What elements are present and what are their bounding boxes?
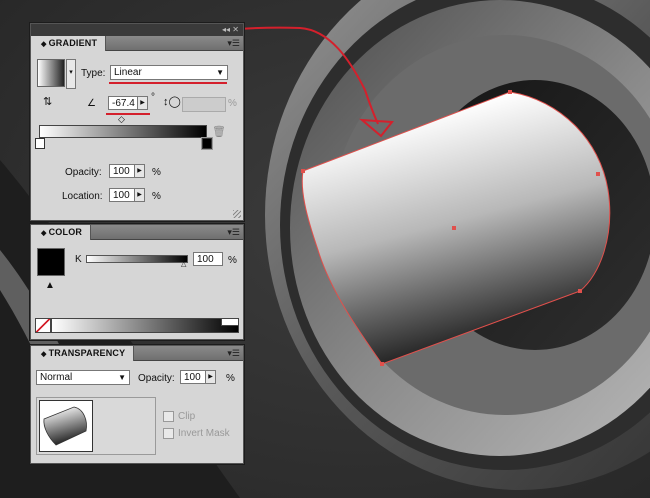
invert-mask-label: Invert Mask — [178, 428, 230, 439]
reverse-gradient-icon[interactable]: ⇅ — [43, 97, 52, 108]
anchor-point — [578, 289, 582, 293]
color-stop-end[interactable] — [202, 138, 212, 149]
object-thumbnail-frame[interactable] — [36, 397, 156, 455]
anchor-point — [301, 169, 305, 173]
fill-swatch[interactable] — [37, 248, 65, 276]
opacity-stepper[interactable]: ▶ — [135, 164, 145, 178]
gradient-panel-header: ◆ GRADIENT ▾☰ — [31, 36, 243, 51]
angle-icon: ∠ — [87, 98, 96, 109]
gradient-tab[interactable]: ◆ GRADIENT — [31, 36, 107, 51]
transparency-opacity-label: Opacity: — [138, 373, 175, 384]
panel-collapse-icon[interactable]: ◆ — [41, 230, 47, 237]
opacity-input[interactable]: 100 — [109, 164, 135, 178]
swatch-dropdown[interactable]: ▾ — [66, 59, 76, 89]
panel-collapse-icon[interactable]: ◆ — [41, 41, 47, 48]
transparency-tab-label: TRANSPARENCY — [48, 348, 126, 358]
gradient-panel: ◂◂ ✕ ◆ GRADIENT ▾☰ ▾ Type: Linear ▼ ⇅ ∠ -… — [30, 23, 244, 221]
gradient-slider[interactable] — [39, 125, 207, 138]
aspect-ratio-icon: ↕◯ — [163, 96, 181, 108]
color-panel: ◆ COLOR ▾☰ ▲ K △ 100 % — [30, 224, 244, 340]
angle-underline — [106, 113, 150, 115]
gradient-tab-label: GRADIENT — [48, 38, 98, 48]
opacity-label: Opacity: — [65, 167, 102, 178]
transparency-tab[interactable]: ◆ TRANSPARENCY — [31, 346, 135, 361]
k-input[interactable]: 100 — [193, 252, 223, 266]
white-swatch[interactable] — [221, 318, 239, 326]
type-value: Linear — [114, 67, 142, 78]
center-point — [452, 226, 456, 230]
aspect-ratio-input — [182, 97, 226, 112]
type-label: Type: — [81, 68, 106, 79]
location-stepper[interactable]: ▶ — [135, 188, 145, 202]
type-underline — [109, 82, 227, 84]
type-select[interactable]: Linear ▼ — [110, 65, 228, 80]
k-unit: % — [228, 255, 237, 266]
chevron-down-icon: ▼ — [216, 68, 224, 77]
k-slider[interactable] — [86, 255, 188, 263]
angle-stepper[interactable]: ▶ — [138, 96, 148, 110]
panel-collapse-icon[interactable]: ◆ — [41, 351, 47, 358]
out-of-gamut-icon[interactable]: ▲ — [45, 280, 55, 291]
trash-icon[interactable]: 🗑 — [212, 125, 226, 138]
clip-checkbox[interactable] — [163, 411, 174, 422]
color-tab-label: COLOR — [48, 227, 83, 237]
none-swatch[interactable] — [35, 318, 51, 333]
color-tab[interactable]: ◆ COLOR — [31, 225, 92, 240]
panel-menu-icon[interactable]: ▾☰ — [227, 38, 240, 48]
double-chevron-icon[interactable]: ◂◂ ✕ — [222, 24, 239, 36]
resize-grip[interactable] — [233, 210, 241, 218]
panel-dock-bar: ◂◂ ✕ — [31, 24, 243, 36]
thumbnail-shape — [43, 406, 87, 446]
anchor-point — [380, 362, 384, 366]
location-unit: % — [152, 191, 161, 202]
location-input[interactable]: 100 — [109, 188, 135, 202]
object-thumbnail — [39, 400, 93, 452]
transparency-panel: ◆ TRANSPARENCY ▾☰ Normal ▼ Opacity: 100 ▶… — [30, 345, 244, 464]
color-panel-header: ◆ COLOR ▾☰ — [31, 225, 243, 240]
transparency-opacity-stepper[interactable]: ▶ — [206, 370, 216, 384]
opacity-unit: % — [152, 167, 161, 178]
angle-unit: ° — [151, 92, 155, 103]
anchor-point — [508, 90, 512, 94]
blend-mode-select[interactable]: Normal ▼ — [36, 370, 130, 385]
location-label: Location: — [62, 191, 103, 202]
blend-mode-value: Normal — [40, 372, 73, 383]
transparency-opacity-input[interactable]: 100 — [180, 370, 206, 384]
midpoint-diamond[interactable]: ◇ — [118, 115, 125, 124]
k-slider-thumb[interactable]: △ — [181, 260, 186, 268]
panel-menu-icon[interactable]: ▾☰ — [227, 227, 240, 237]
chevron-down-icon: ▼ — [118, 373, 126, 382]
panel-menu-icon[interactable]: ▾☰ — [227, 348, 240, 358]
angle-input[interactable]: -67.4 — [108, 96, 138, 110]
transparency-panel-header: ◆ TRANSPARENCY ▾☰ — [31, 346, 243, 361]
color-stop-start[interactable] — [35, 138, 45, 149]
aspect-ratio-unit: % — [228, 98, 237, 109]
gradient-swatch[interactable] — [37, 59, 65, 87]
anchor-point — [596, 172, 600, 176]
k-channel-label: K — [75, 254, 82, 265]
color-spectrum-bar[interactable] — [51, 318, 239, 333]
clip-label: Clip — [178, 411, 196, 422]
invert-mask-checkbox[interactable] — [163, 428, 174, 439]
transparency-opacity-unit: % — [226, 373, 235, 384]
